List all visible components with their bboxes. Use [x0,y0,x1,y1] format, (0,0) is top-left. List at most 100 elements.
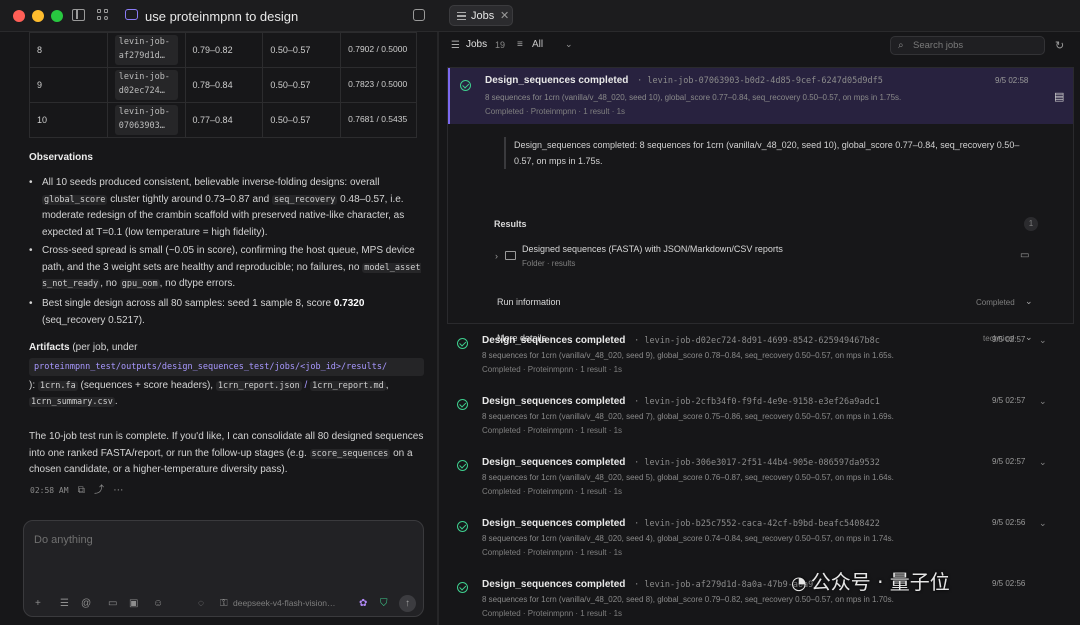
refresh-icon[interactable]: ↻ [1055,39,1064,52]
seed-cell: 9 [29,67,108,103]
comment-icon[interactable]: ▤ [1054,90,1064,103]
zoom-window-button[interactable] [51,10,63,22]
file-report-md: 1crn_report.md [310,380,386,391]
send-button[interactable]: ↑ [399,595,416,612]
job-card[interactable]: Design_sequences completed · levin-job-d… [447,332,1073,382]
chat-pane: 8 levin-job-af279d1d… 0.79–0.82 0.50–0.5… [0,32,437,625]
search-input[interactable] [890,36,1045,55]
folder-icon[interactable]: ▭ [108,598,117,610]
list-icon: ☰ [451,40,460,51]
job-header[interactable]: Design_sequences completed · levin-job-0… [448,68,1073,124]
check-circle-icon [457,582,468,593]
job-title: Design_sequences completed [485,75,629,86]
job-status: Completed · Proteinmpnn · 1 result · 1s [482,426,623,435]
job-card[interactable]: Design_sequences completed · levin-job-b… [447,515,1073,565]
close-tab-icon[interactable]: ✕ [500,9,509,22]
tab-jobs[interactable]: Jobs ✕ [449,5,513,26]
lock-icon: ⚿ [220,598,228,609]
share-icon[interactable]: ⤴ [94,485,104,496]
chevron-down-icon[interactable]: ⌄ [1039,335,1047,346]
seed-cell: 10 [29,102,108,138]
jobs-label: Jobs [466,39,488,50]
job-title: Design_sequences completed [482,335,626,346]
model-selector[interactable]: deepseek-v4-flash-vision… [233,598,336,608]
job-card[interactable]: Design_sequences completed · levin-job-2… [447,393,1073,443]
results-count: 1 [1024,217,1038,231]
best-cell: 0.7902 / 0.5000 [340,32,417,68]
results-heading: Results [494,219,527,229]
job-id-cell: levin-job-af279d1d… [114,35,178,65]
job-title: Design_sequences completed [482,518,626,529]
open-folder-icon[interactable]: ▭ [1020,250,1029,261]
file-summary-csv: 1crn_summary.csv [29,397,115,407]
run-info-heading[interactable]: Run information [497,297,561,307]
conversation-title[interactable]: use proteinmpnn to design [145,9,298,24]
job-status: Completed · Proteinmpnn · 1 result · 1s [482,609,623,618]
score-cell: 0.78–0.84 [184,67,264,103]
filter-select[interactable]: All [532,39,543,50]
run-info-value: Completed [976,298,1015,307]
at-icon[interactable]: @ [81,598,91,610]
add-icon[interactable]: + [35,598,41,610]
check-circle-icon [457,460,468,471]
job-id: levin-job-07063903-b0d2-4d85-9cef-6247d0… [647,76,883,86]
chat-icon [125,9,138,20]
tasks-icon[interactable]: ☰ [60,598,69,610]
filter-icon[interactable]: ≡ [517,39,523,50]
job-detail: 8 sequences for 1crn (vanilla/v_48_020, … [482,595,894,604]
score-cell: 0.77–0.84 [184,102,264,138]
chevron-down-icon[interactable]: ⌄ [1025,296,1033,307]
message-input[interactable] [34,534,414,546]
artifacts-paragraph: Artifacts (per job, under proteinmpnn_te… [29,340,424,411]
chevron-down-icon[interactable]: ⌄ [1039,518,1047,529]
table-row: 10 levin-job-07063903… 0.77–0.84 0.50–0.… [29,102,417,138]
job-status: Completed · Proteinmpnn · 1 result · 1s [482,548,623,557]
job-card[interactable]: Design_sequences completed · levin-job-a… [447,576,1073,625]
chevron-down-icon[interactable]: ⌄ [565,39,573,50]
job-id: levin-job-b25c7552-caca-42cf-b9bd-beafc5… [644,519,880,529]
brain-icon[interactable]: ✿ [359,598,367,610]
copy-icon[interactable]: ⧉ [78,485,85,496]
agent-icon[interactable]: ☺ [153,598,163,610]
inline-code: seq_recovery [271,194,338,205]
job-status: Completed · Proteinmpnn · 1 result · 1s [482,365,623,374]
result-name[interactable]: Designed sequences (FASTA) with JSON/Mar… [522,244,783,254]
image-icon[interactable]: ▣ [129,598,138,610]
chevron-down-icon[interactable]: ⌄ [1039,457,1047,468]
grid-icon[interactable] [97,9,109,21]
job-time: 9/5 02:58 [995,76,1029,85]
job-detail: 8 sequences for 1crn (vanilla/v_48_020, … [482,351,894,360]
more-icon[interactable]: ⋯ [113,485,123,496]
jobs-pane: ☰ Jobs 19 ≡ All ⌄ ⌕ ↻ Design_sequences c… [439,32,1080,625]
job-card-expanded[interactable]: Design_sequences completed · levin-job-0… [447,67,1074,343]
check-circle-icon [457,521,468,532]
job-id: levin-job-af279d1d-8a0a-47b9-a6a9 [644,580,814,590]
score-cell: 0.79–0.82 [184,32,264,68]
composer: + ☰ @ ▭ ▣ ☺ ◌ ⚿ deepseek-v4-flash-vision… [23,520,424,617]
job-time: 9/5 02:56 [992,579,1026,588]
close-window-button[interactable] [13,10,25,22]
table-row: 8 levin-job-af279d1d… 0.79–0.82 0.50–0.5… [29,32,417,68]
closing-paragraph: The 10-job test run is complete. If you'… [29,431,424,475]
results-path-link[interactable]: proteinmpnn_test/outputs/design_sequence… [29,357,424,376]
shield-icon[interactable]: ⛉ [380,598,388,610]
list-icon [457,12,466,20]
seed-cell: 8 [29,32,108,68]
result-subtitle: Folder · results [522,259,576,268]
loading-icon: ◌ [198,598,204,609]
extensions-icon[interactable] [413,9,425,21]
table-row: 9 levin-job-d02ec724… 0.78–0.84 0.50–0.5… [29,67,417,103]
chevron-down-icon[interactable]: ⌄ [1039,396,1047,407]
recovery-cell: 0.50–0.57 [262,67,342,103]
job-card[interactable]: Design_sequences completed · levin-job-3… [447,454,1073,504]
chevron-right-icon[interactable]: › [495,251,498,261]
title-bar: use proteinmpnn to design Jobs ✕ [0,0,1080,32]
job-status: Completed · Proteinmpnn · 1 result · 1s [482,487,623,496]
inline-code: gpu_oom [119,279,160,289]
job-status: Completed · Proteinmpnn · 1 result · 1s [485,107,626,116]
minimize-window-button[interactable] [32,10,44,22]
sidebar-toggle-icon[interactable] [72,9,85,21]
job-detail: 8 sequences for 1crn (vanilla/v_48_020, … [485,93,902,102]
jobs-count: 19 [495,40,506,50]
check-circle-icon [460,80,471,91]
